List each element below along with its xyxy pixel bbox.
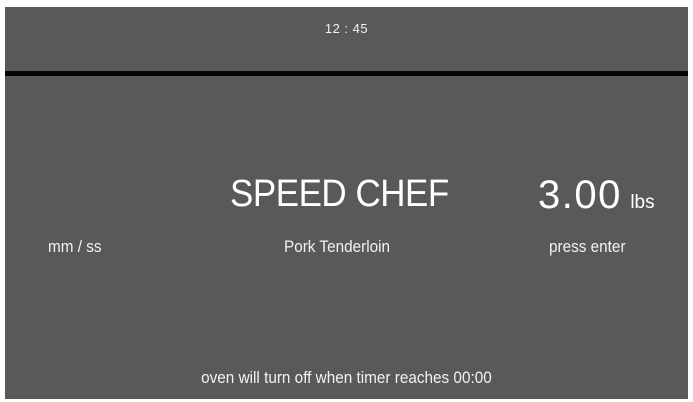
press-enter-hint: press enter [549,237,626,256]
cooking-mode-title: SPEED CHEF [230,173,449,215]
header-divider [5,71,688,76]
timer-footer-text: oven will turn off when timer reaches 00… [201,368,492,387]
clock-display: 12 : 45 [324,21,369,36]
weight-readout[interactable]: 3.00 lbs [538,175,655,215]
weight-value: 3.00 [538,173,622,217]
time-units-label: mm / ss [48,237,102,256]
timer-footer-note: oven will turn off when timer reaches 00… [5,369,688,386]
weight-unit: lbs [630,192,655,213]
recipe-name: Pork Tenderloin [284,237,391,256]
oven-display-panel: 12 : 45 SPEED CHEF 3.00 lbs mm / ss Pork… [5,7,688,399]
